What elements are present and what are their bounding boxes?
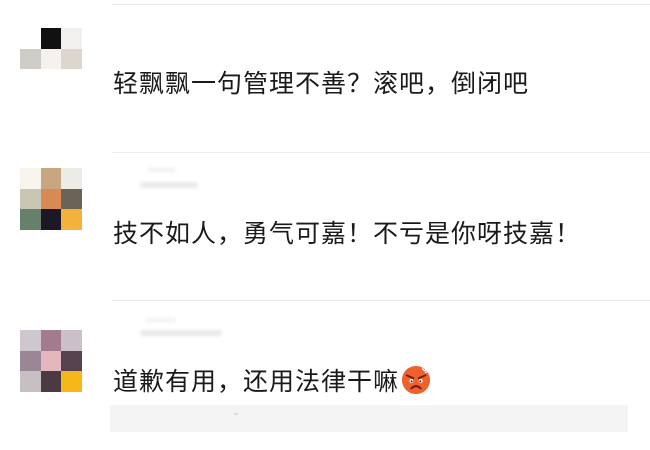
comment-text: 轻飘飘一句管理不善？滚吧，倒闭吧 — [113, 69, 530, 98]
avatar-mosaic-tile — [20, 168, 41, 189]
top-divider — [112, 4, 650, 5]
avatar-mosaic-tile — [20, 69, 41, 90]
avatar-mosaic-tile — [61, 330, 82, 351]
avatar-mosaic-tile — [20, 188, 41, 210]
username-blur — [148, 168, 176, 172]
avatar-mosaic-tile — [40, 28, 62, 49]
comment-item: 轻飘飘一句管理不善？滚吧，倒闭吧 — [0, 10, 650, 160]
comment-text: 道歉有用，还用法律干嘛 — [113, 362, 431, 398]
avatar-mosaic-tile — [20, 209, 41, 230]
avatar-mosaic-tile — [20, 350, 41, 372]
avatar-mosaic-tile — [61, 69, 82, 90]
avatar-mosaic-tile — [20, 330, 41, 351]
avatar-mosaic-tile — [40, 168, 62, 189]
username-blur — [140, 330, 222, 336]
comment-item: 技不如人，勇气可嘉！不亏是你呀技嘉！ — [0, 152, 650, 302]
reply-preview-blur — [234, 413, 238, 415]
avatar-mosaic-tile — [20, 28, 41, 49]
username-blur — [140, 182, 198, 188]
avatar-mosaic-tile — [61, 168, 82, 189]
avatar[interactable] — [20, 28, 82, 90]
avatar-mosaic-tile — [61, 48, 82, 70]
avatar-mosaic-tile — [61, 209, 82, 230]
reply-preview[interactable] — [110, 405, 628, 432]
avatar-mosaic-tile — [61, 371, 82, 392]
comment-text-body: 道歉有用，还用法律干嘛 — [113, 367, 400, 396]
avatar-mosaic-tile — [40, 188, 62, 210]
angry-face-icon — [401, 365, 431, 395]
username-blur — [146, 318, 176, 322]
avatar-mosaic-tile — [20, 371, 41, 392]
avatar-mosaic-tile — [20, 48, 41, 70]
avatar-mosaic-tile — [40, 69, 62, 90]
avatar-mosaic-tile — [40, 350, 62, 372]
avatar-mosaic-tile — [40, 48, 62, 70]
avatar[interactable] — [20, 168, 82, 230]
avatar-mosaic-tile — [40, 371, 62, 392]
comment-text: 技不如人，勇气可嘉！不亏是你呀技嘉！ — [113, 219, 582, 248]
avatar-mosaic-tile — [61, 188, 82, 210]
avatar[interactable] — [20, 330, 82, 392]
avatar-mosaic-tile — [61, 350, 82, 372]
avatar-mosaic-tile — [40, 209, 62, 230]
avatar-mosaic-tile — [40, 330, 62, 351]
avatar-mosaic-tile — [61, 28, 82, 49]
